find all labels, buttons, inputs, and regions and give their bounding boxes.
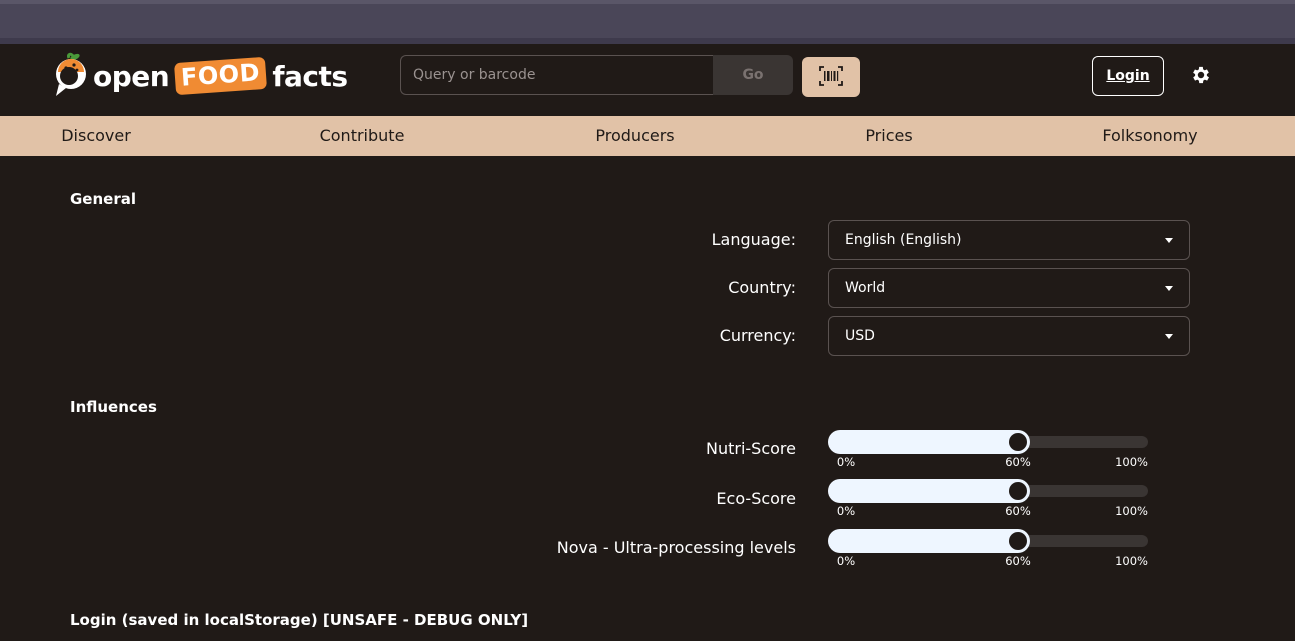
scale-value-label: 60% [1005, 504, 1031, 518]
nav-item-prices[interactable]: Prices [865, 116, 912, 156]
slider-thumb[interactable] [1009, 433, 1027, 451]
scale-value-label: 60% [1005, 455, 1031, 469]
barcode-scan-icon [819, 65, 843, 89]
nav-item-producers[interactable]: Producers [595, 116, 674, 156]
language-select[interactable]: English (English) [828, 220, 1190, 260]
caret-down-icon [1165, 334, 1173, 339]
logo-word-food: FOOD [174, 56, 268, 96]
country-label: Country: [728, 278, 796, 297]
slider-thumb[interactable] [1009, 532, 1027, 550]
caret-down-icon [1165, 286, 1173, 291]
slider-thumb[interactable] [1009, 482, 1027, 500]
scale-max-label: 100% [1115, 504, 1148, 518]
slider-fill [828, 430, 1030, 454]
main-nav: Discover Contribute Producers Prices Fol… [0, 116, 1295, 156]
site-header: open FOOD facts Go Login [0, 44, 1295, 116]
settings-button[interactable] [1188, 64, 1214, 90]
country-select-value: World [845, 280, 886, 296]
nav-item-discover[interactable]: Discover [61, 116, 131, 156]
nova-slider[interactable] [828, 529, 1148, 553]
currency-select[interactable]: USD [828, 316, 1190, 356]
logo-word-open: open [93, 59, 170, 93]
influences-section-title: Influences [70, 398, 157, 416]
nova-label: Nova - Ultra-processing levels [556, 538, 796, 557]
general-section-title: General [70, 190, 136, 208]
search-bar: Go [400, 55, 793, 95]
barcode-scan-button[interactable] [802, 57, 860, 97]
scale-min-label: 0% [836, 455, 856, 469]
login-section-title: Login (saved in localStorage) [UNSAFE - … [70, 611, 529, 629]
orange-logo-icon [53, 52, 89, 100]
go-button[interactable]: Go [713, 55, 793, 95]
login-button[interactable]: Login [1092, 56, 1164, 96]
currency-select-value: USD [845, 328, 875, 344]
browser-chrome [0, 0, 1295, 44]
nav-item-contribute[interactable]: Contribute [320, 116, 405, 156]
nav-item-folksonomy[interactable]: Folksonomy [1102, 116, 1197, 156]
slider-fill [828, 479, 1030, 503]
slider-fill [828, 529, 1030, 553]
scale-min-label: 0% [836, 554, 856, 568]
nutri-score-slider[interactable] [828, 430, 1148, 454]
scale-max-label: 100% [1115, 554, 1148, 568]
scale-max-label: 100% [1115, 455, 1148, 469]
language-label: Language: [711, 230, 796, 249]
open-food-facts-logo[interactable]: open FOOD facts [53, 52, 348, 100]
eco-score-scale: 0% 60% 100% [828, 504, 1148, 518]
currency-label: Currency: [719, 326, 796, 345]
search-input[interactable] [400, 55, 713, 95]
eco-score-label: Eco-Score [716, 489, 796, 508]
nutri-score-scale: 0% 60% 100% [828, 455, 1148, 469]
scale-value-label: 60% [1005, 554, 1031, 568]
scale-min-label: 0% [836, 504, 856, 518]
caret-down-icon [1165, 238, 1173, 243]
country-select[interactable]: World [828, 268, 1190, 308]
nova-scale: 0% 60% 100% [828, 554, 1148, 568]
logo-word-facts: facts [272, 59, 348, 93]
nutri-score-label: Nutri-Score [706, 439, 796, 458]
eco-score-slider[interactable] [828, 479, 1148, 503]
gear-icon [1190, 64, 1212, 90]
language-select-value: English (English) [845, 232, 962, 248]
